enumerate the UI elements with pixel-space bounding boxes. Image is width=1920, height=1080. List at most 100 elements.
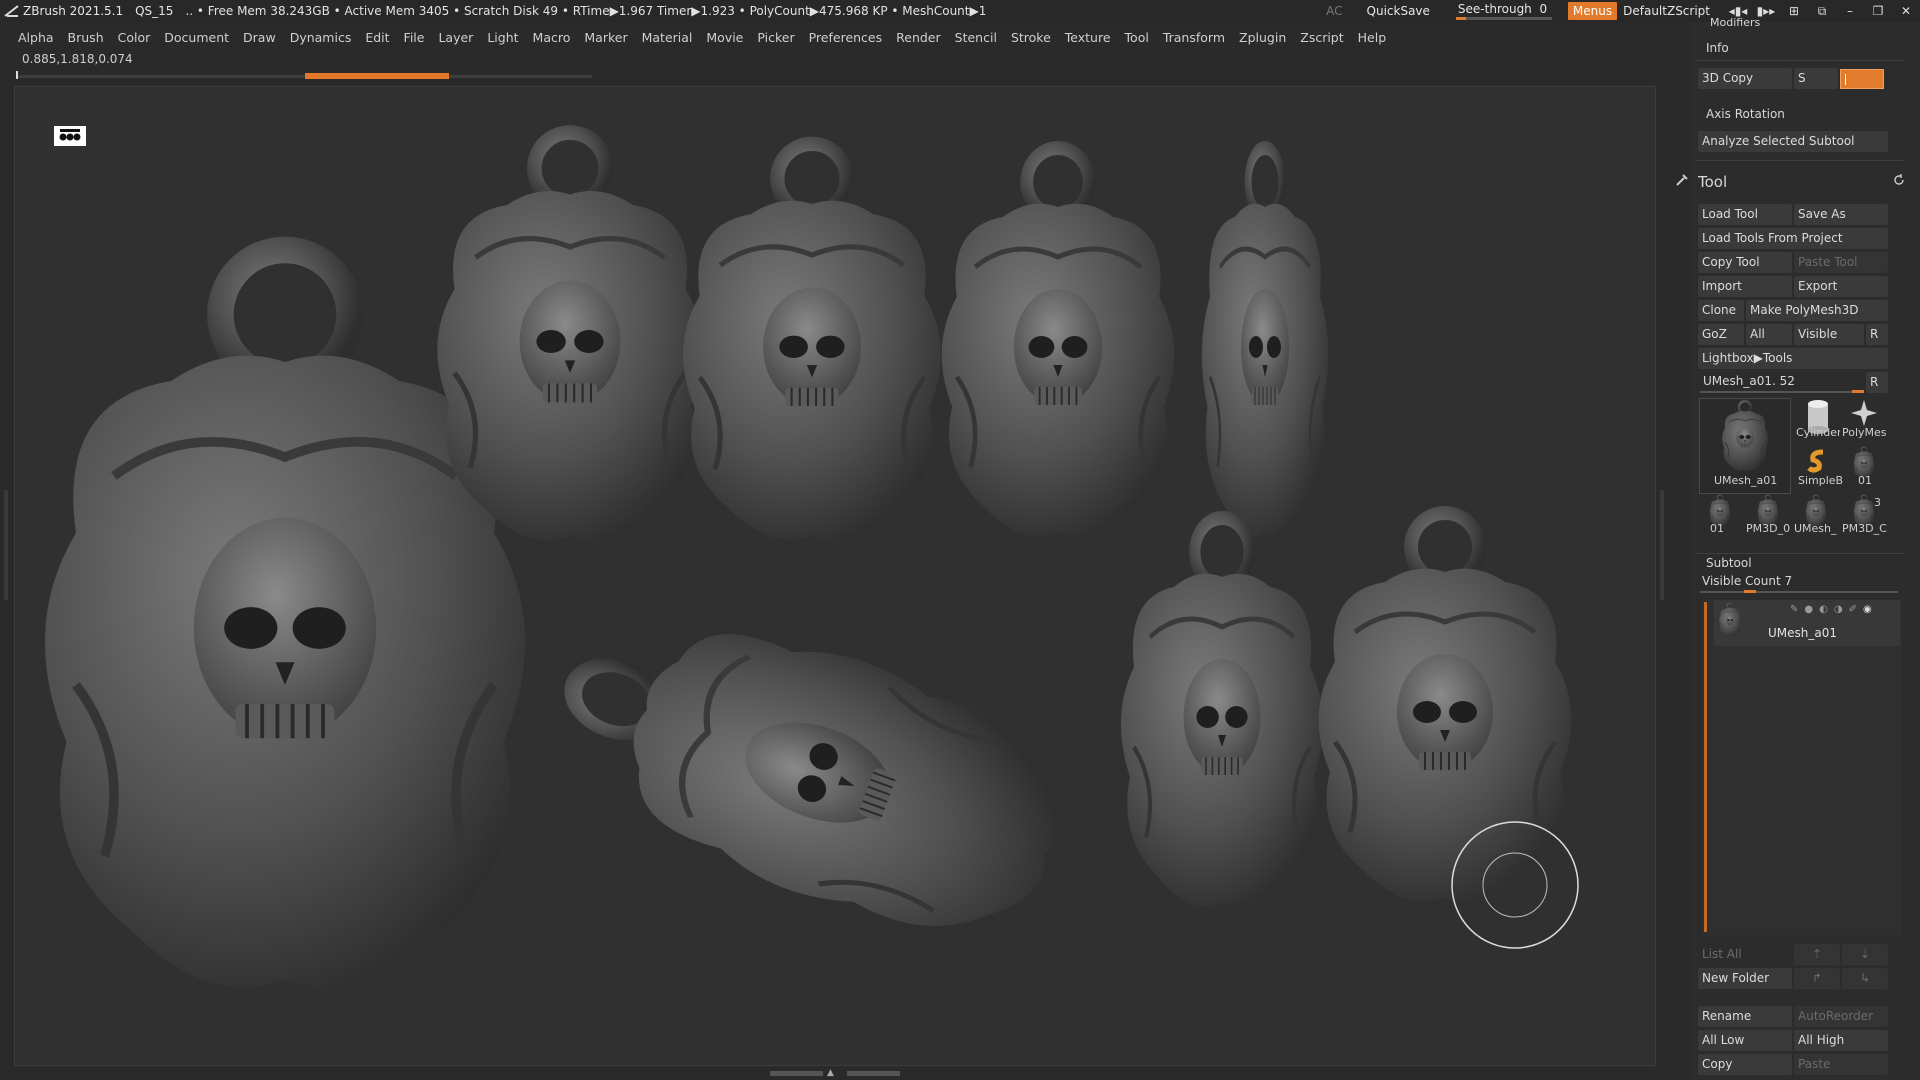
clone-button[interactable]: Clone [1698,300,1744,321]
save-as-button[interactable]: Save As [1794,204,1888,225]
default-zscript-button[interactable]: DefaultZScript [1623,4,1710,18]
menu-alpha[interactable]: Alpha [18,30,54,45]
current-tool-slider-label[interactable]: UMesh_a01. 52 [1703,374,1795,388]
menu-render[interactable]: Render [896,30,941,45]
current-tool-r-button[interactable]: R [1866,372,1888,393]
see-through-slider[interactable]: See-through 0 [1454,0,1554,22]
menus-toggle-button[interactable]: Menus [1567,2,1618,20]
subtool-scrollbar[interactable] [1704,602,1707,932]
menu-brush[interactable]: Brush [68,30,104,45]
menu-stroke[interactable]: Stroke [1011,30,1051,45]
menu-light[interactable]: Light [487,30,518,45]
tool-palette-title[interactable]: Tool [1698,173,1727,191]
analyze-selected-subtool-button[interactable]: Analyze Selected Subtool [1698,131,1888,152]
move-folder-down-icon[interactable]: ↳ [1842,968,1888,989]
copy-tool-button[interactable]: Copy Tool [1698,252,1792,273]
3d-copy-button[interactable]: 3D Copy [1698,68,1792,89]
load-tools-from-project-button[interactable]: Load Tools From Project [1698,228,1888,249]
transparency-toggle-icon[interactable]: ◑ [1834,604,1843,615]
paste-subtool-button[interactable]: Paste [1794,1054,1888,1075]
info-header[interactable]: Info [1706,41,1729,55]
thumb-label-row3-3: UMesh_ [1794,522,1837,535]
menu-draw[interactable]: Draw [243,30,276,45]
layout-icon-3[interactable]: ⊞ [1780,4,1808,18]
move-folder-up-icon[interactable]: ↱ [1794,968,1840,989]
all-high-button[interactable]: All High [1794,1030,1888,1051]
menu-zscript[interactable]: Zscript [1300,30,1343,45]
menu-material[interactable]: Material [642,30,693,45]
menu-macro[interactable]: Macro [533,30,571,45]
list-all-button[interactable]: List All [1698,944,1792,965]
ac-label[interactable]: AC [1326,4,1342,18]
subtool-header[interactable]: Subtool [1706,556,1752,570]
move-down-arrow-icon[interactable]: ⇣ [1842,944,1888,965]
load-tool-button[interactable]: Load Tool [1698,204,1792,225]
thumb-label-umesh: UMesh_a01 [1714,474,1778,487]
pendant-thumbnail-icon [1720,399,1770,473]
3d-copy-value-input[interactable] [1840,69,1884,89]
menu-stencil[interactable]: Stencil [955,30,997,45]
copy-subtool-button[interactable]: Copy [1698,1054,1792,1075]
menu-marker[interactable]: Marker [584,30,627,45]
solo-toggle-icon[interactable]: ◐ [1819,604,1828,615]
visible-count-thumb[interactable] [1744,590,1756,593]
make-polymesh3d-button[interactable]: Make PolyMesh3D [1746,300,1888,321]
minimize-icon[interactable]: – [1836,4,1864,18]
menu-document[interactable]: Document [164,30,229,45]
menu-texture[interactable]: Texture [1065,30,1111,45]
menu-file[interactable]: File [404,30,425,45]
new-folder-button[interactable]: New Folder [1698,968,1792,989]
move-up-arrow-icon[interactable]: ⇡ [1794,944,1840,965]
layout-icon-4[interactable]: ⧉ [1808,4,1836,19]
see-through-track [1455,17,1552,20]
menu-edit[interactable]: Edit [365,30,389,45]
lightbox-tools-button[interactable]: Lightbox▶Tools [1698,348,1888,369]
autoreorder-button[interactable]: AutoReorder [1794,1006,1888,1027]
lock-icon[interactable]: ✐ [1849,604,1857,615]
visible-count-label[interactable]: Visible Count 7 [1702,574,1792,588]
import-button[interactable]: Import [1698,276,1792,297]
subtool-list[interactable] [1702,600,1902,935]
menu-color[interactable]: Color [118,30,151,45]
vr-render-icon[interactable] [54,126,86,146]
menu-zplugin[interactable]: Zplugin [1239,30,1286,45]
menu-help[interactable]: Help [1358,30,1387,45]
history-refresh-icon[interactable] [1893,174,1905,189]
thumb-label-cylinder: Cylinder [1796,426,1840,439]
polyframe-toggle-icon[interactable]: ● [1804,604,1813,615]
menu-dynamics[interactable]: Dynamics [290,30,352,45]
right-tray-handle[interactable] [1660,490,1664,600]
coordinate-readout: 0.885,1.818,0.074 [22,52,133,66]
document-canvas[interactable] [14,86,1656,1066]
menu-tool[interactable]: Tool [1125,30,1149,45]
pendant-view-side [1202,148,1328,536]
menu-movie[interactable]: Movie [706,30,743,45]
restore-icon[interactable]: ❐ [1864,4,1892,18]
pendant-view-4 [1121,518,1323,906]
eye-icon[interactable]: ◉ [1863,604,1872,615]
goz-r-button[interactable]: R [1866,324,1888,345]
menu-preferences[interactable]: Preferences [809,30,883,45]
menu-picker[interactable]: Picker [757,30,794,45]
current-tool-slider-thumb[interactable] [1852,390,1864,393]
menu-transform[interactable]: Transform [1163,30,1225,45]
star-polymesh-icon [1851,400,1877,426]
export-button[interactable]: Export [1794,276,1888,297]
s-input[interactable]: S [1794,68,1838,89]
axis-rotation-label[interactable]: Axis Rotation [1706,107,1785,121]
viewport-render [15,87,1579,1067]
menu-layer[interactable]: Layer [438,30,473,45]
brush-icon[interactable]: ✎ [1790,604,1798,615]
modifiers-header[interactable]: Modifiers [1710,16,1760,29]
paste-tool-button[interactable]: Paste Tool [1794,252,1888,273]
goz-visible-button[interactable]: Visible [1794,324,1864,345]
rename-button[interactable]: Rename [1698,1006,1792,1027]
close-icon[interactable]: ✕ [1892,4,1920,18]
goz-button[interactable]: GoZ [1698,324,1744,345]
left-tray-handle[interactable] [4,490,8,600]
goz-all-button[interactable]: All [1746,324,1792,345]
quicksave-button[interactable]: QuickSave [1367,4,1430,18]
all-low-button[interactable]: All Low [1698,1030,1792,1051]
subtool-item[interactable]: ✎ ● ◐ ◑ ✐ ◉ UMesh_a01 [1714,600,1900,646]
bottom-tray-handle[interactable]: ▲ [770,1069,900,1078]
